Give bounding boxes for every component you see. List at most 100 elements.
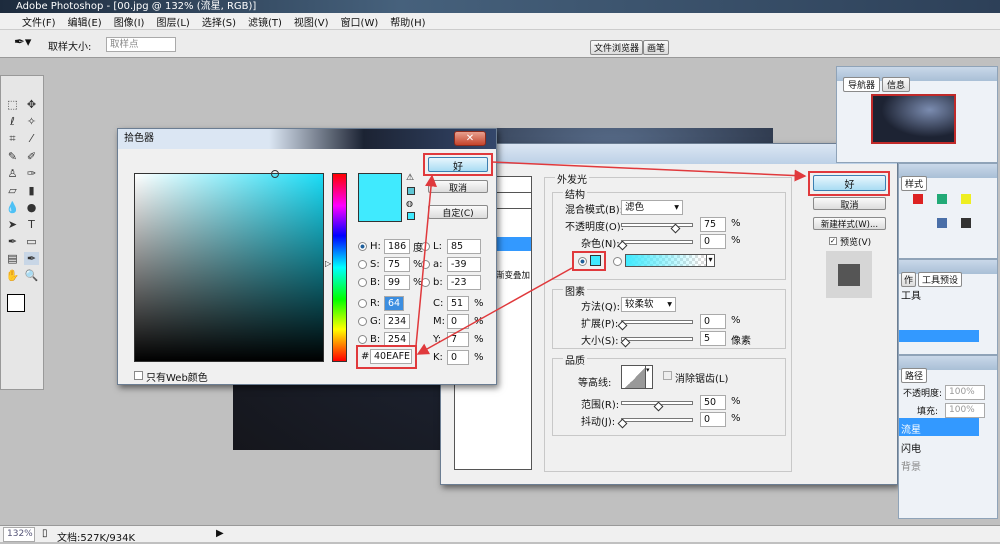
lab-a-radio[interactable] <box>421 259 430 269</box>
slice-tool-icon[interactable]: ⁄ <box>24 132 39 146</box>
eyedropper-icon[interactable]: ✒▾ <box>14 35 31 50</box>
selected-preset-row[interactable] <box>899 330 979 342</box>
custom-colors-button[interactable]: 自定(C) <box>428 205 488 219</box>
spread-input[interactable]: 0 <box>700 314 726 329</box>
layer-opacity-input[interactable]: 100% <box>945 385 985 400</box>
menu-help[interactable]: 帮助(H) <box>390 14 425 29</box>
menu-edit[interactable]: 编辑(E) <box>68 14 102 29</box>
contour-dropdown-icon[interactable]: ▾ <box>645 365 653 389</box>
menu-window[interactable]: 窗口(W) <box>341 14 379 29</box>
new-style-button[interactable]: 新建样式(W)... <box>813 217 886 230</box>
gradient-tool-icon[interactable]: ▮ <box>24 184 39 197</box>
navigator-thumbnail[interactable] <box>871 94 956 144</box>
menu-image[interactable]: 图像(I) <box>114 14 145 29</box>
technique-select[interactable]: 较柔软 ▾ <box>621 297 676 312</box>
size-input[interactable]: 5 <box>700 331 726 346</box>
solid-color-radio[interactable] <box>578 257 587 266</box>
lab-l-input[interactable]: 85 <box>447 238 481 254</box>
range-slider-thumb[interactable] <box>653 401 664 412</box>
hue-input[interactable]: 186 <box>384 238 410 254</box>
path-select-icon[interactable]: ➤ <box>5 218 20 231</box>
web-safe-warning-icon[interactable]: ◍ <box>406 199 413 208</box>
lab-a-input[interactable]: -39 <box>447 256 481 272</box>
eraser-tool-icon[interactable]: ▱ <box>5 184 20 197</box>
red-radio[interactable] <box>358 298 367 308</box>
brightness-input[interactable]: 99 <box>384 274 410 290</box>
blur-tool-icon[interactable]: 💧 <box>5 201 20 214</box>
layer-fill-input[interactable]: 100% <box>945 403 985 418</box>
lab-l-radio[interactable] <box>421 241 430 251</box>
color-field[interactable] <box>134 170 324 362</box>
jitter-input[interactable]: 0 <box>700 412 726 427</box>
opacity-slider-thumb[interactable] <box>670 223 681 234</box>
antialias-checkbox[interactable] <box>663 371 672 380</box>
tab-actions[interactable]: 作 <box>901 272 917 287</box>
gradient-radio[interactable] <box>613 257 622 266</box>
noise-slider[interactable] <box>617 240 693 251</box>
menu-select[interactable]: 选择(S) <box>202 14 236 29</box>
gamut-warning-icon[interactable]: ⚠ <box>406 173 414 183</box>
jitter-slider[interactable] <box>617 418 693 429</box>
spread-slider[interactable] <box>617 320 693 331</box>
tab-styles[interactable]: 样式 <box>901 176 928 191</box>
history-brush-icon[interactable]: ✑ <box>24 167 39 180</box>
layer-row[interactable]: 流星 <box>899 418 979 436</box>
hue-slider-left-arrow-icon[interactable]: ▷ <box>325 259 331 268</box>
jitter-slider-thumb[interactable] <box>617 418 628 429</box>
color-field-cursor[interactable] <box>271 170 279 178</box>
yellow-input[interactable]: 7 <box>447 331 469 347</box>
gamut-color-swatch[interactable] <box>407 187 415 195</box>
green-radio[interactable] <box>358 316 367 326</box>
hand-tool-icon[interactable]: ✋ <box>5 269 20 282</box>
opacity-input[interactable]: 75 <box>700 217 726 232</box>
blend-mode-select[interactable]: 滤色 ▾ <box>621 200 683 215</box>
green-input[interactable]: 234 <box>384 313 410 329</box>
color-picker-ok-button[interactable]: 好 <box>428 157 488 173</box>
tab-paths[interactable]: 路径 <box>901 368 928 383</box>
layer-row[interactable]: 闪电 <box>899 438 979 455</box>
style-item-gradient-overlay[interactable]: 渐变叠加 <box>496 270 530 282</box>
range-input[interactable]: 50 <box>700 395 726 410</box>
spread-slider-thumb[interactable] <box>617 320 628 331</box>
zoom-tool-icon[interactable]: 🔍 <box>24 269 39 282</box>
size-slider[interactable] <box>620 337 693 348</box>
dodge-tool-icon[interactable]: ● <box>24 201 39 214</box>
menu-layer[interactable]: 图层(L) <box>156 14 189 29</box>
gradient-picker[interactable]: ▾ <box>625 254 715 267</box>
tab-brushes[interactable]: 画笔 <box>643 40 670 55</box>
hue-radio[interactable] <box>358 241 367 251</box>
color-picker-cancel-button[interactable]: 取消 <box>428 180 488 194</box>
layer-style-ok-button[interactable]: 好 <box>813 175 886 191</box>
crop-tool-icon[interactable]: ⌗ <box>5 132 20 146</box>
pen-tool-icon[interactable]: ✒ <box>5 235 20 248</box>
tab-info[interactable]: 信息 <box>882 77 911 92</box>
zoom-level-input[interactable]: 132% <box>3 527 35 542</box>
healing-tool-icon[interactable]: ✎ <box>5 150 20 163</box>
magenta-input[interactable]: 0 <box>447 313 469 329</box>
black-input[interactable]: 0 <box>447 349 469 365</box>
stamp-tool-icon[interactable]: ♙ <box>5 167 20 180</box>
range-slider[interactable] <box>621 401 693 412</box>
lasso-tool-icon[interactable]: ℓ <box>5 115 20 128</box>
style-swatch[interactable] <box>937 218 947 228</box>
lab-b-input[interactable]: -23 <box>447 274 481 290</box>
style-swatch[interactable] <box>937 194 947 204</box>
red-input[interactable]: 64 <box>384 295 404 311</box>
eyedropper-tool-icon[interactable]: ✒ <box>24 252 39 265</box>
style-swatch[interactable] <box>961 218 971 228</box>
menu-view[interactable]: 视图(V) <box>294 14 329 29</box>
web-colors-only-checkbox[interactable] <box>134 371 143 380</box>
sample-size-select[interactable]: 取样点 <box>106 37 176 52</box>
status-menu-arrow-icon[interactable]: ▶ <box>216 528 224 539</box>
move-tool-icon[interactable]: ✥ <box>24 98 39 111</box>
glow-color-swatch[interactable] <box>590 255 601 266</box>
blue-radio[interactable] <box>358 334 367 344</box>
preview-checkbox[interactable]: ✓ <box>829 237 837 245</box>
notes-tool-icon[interactable]: ▤ <box>5 252 20 265</box>
menu-filter[interactable]: 滤镜(T) <box>248 14 282 29</box>
brightness-radio[interactable] <box>358 277 367 287</box>
close-icon[interactable]: ✕ <box>454 131 486 146</box>
shape-tool-icon[interactable]: ▭ <box>24 235 39 248</box>
saturation-radio[interactable] <box>358 259 367 269</box>
tab-navigator[interactable]: 导航器 <box>843 77 881 92</box>
